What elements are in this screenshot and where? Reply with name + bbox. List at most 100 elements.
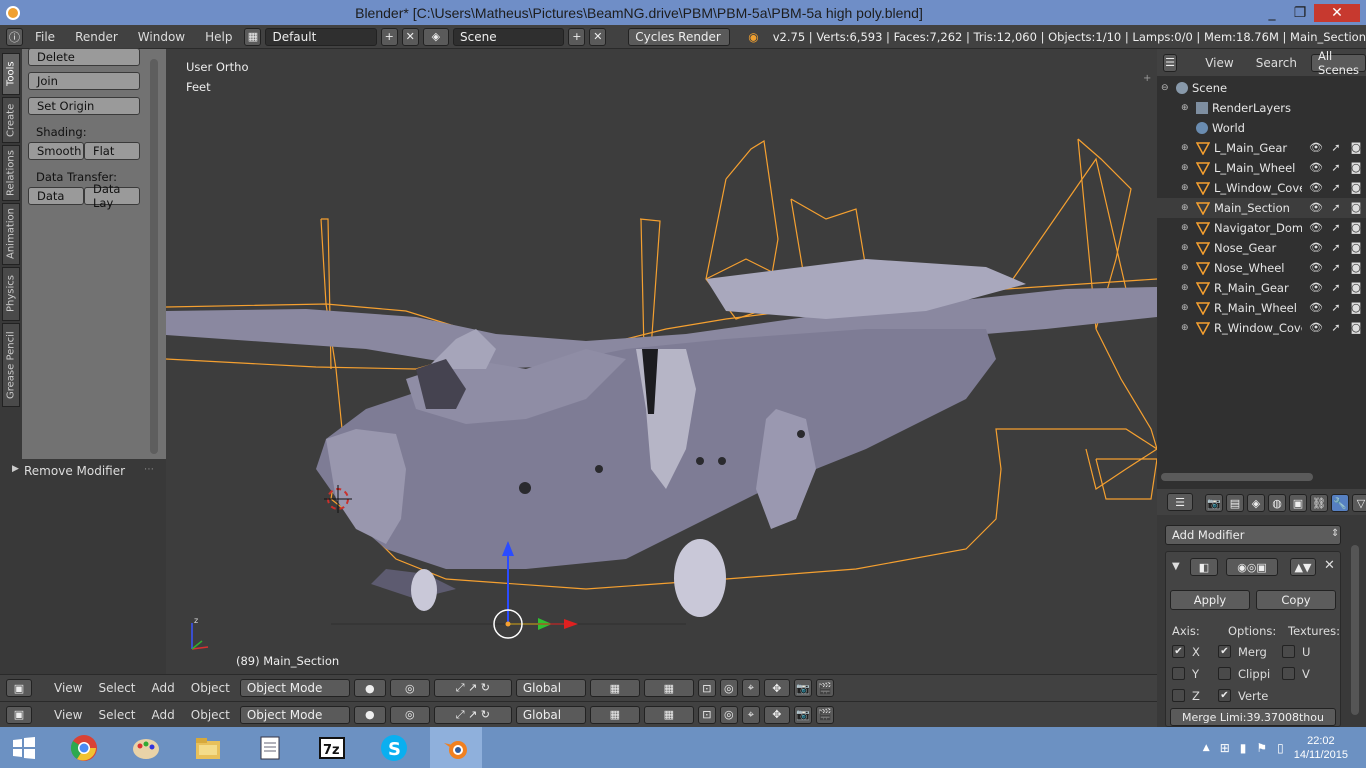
tray-expand-icon[interactable]: ▲ xyxy=(1203,743,1210,753)
data-tab-icon[interactable]: ▽ xyxy=(1352,494,1366,512)
outliner-object-row[interactable]: ⊕ Main_Section 👁 ➚ ◙ xyxy=(1157,198,1366,218)
tab-grease-pencil[interactable]: Grease Pencil xyxy=(2,323,20,407)
outliner-object-row[interactable]: ⊕ L_Main_Gear 👁 ➚ ◙ xyxy=(1157,138,1366,158)
manipulator-icons-2[interactable]: ⤢ ↗ ↻ xyxy=(433,705,512,724)
visibility-eye-icon[interactable]: 👁 xyxy=(1309,261,1323,275)
selectability-cursor-icon[interactable]: ➚ xyxy=(1329,201,1343,215)
expand-icon[interactable]: ⊕ xyxy=(1181,303,1191,313)
expand-icon[interactable]: ⊕ xyxy=(1181,283,1191,293)
world-tab-icon[interactable]: ◍ xyxy=(1268,494,1286,512)
object-tab-icon[interactable]: ▣ xyxy=(1289,494,1307,512)
selectability-cursor-icon[interactable]: ➚ xyxy=(1329,321,1343,335)
renderability-camera-icon[interactable]: ◙ xyxy=(1349,141,1363,155)
add-modifier-dropdown[interactable]: Add Modifier xyxy=(1165,525,1341,545)
menu-help[interactable]: Help xyxy=(197,30,240,44)
tab-relations[interactable]: Relations xyxy=(2,145,20,201)
proportional-edit-icon-2[interactable]: ◎ xyxy=(719,705,738,724)
renderability-camera-icon[interactable]: ◙ xyxy=(1349,241,1363,255)
texture-u-checkbox[interactable] xyxy=(1282,645,1295,658)
data-layout-button[interactable]: Data Lay xyxy=(84,182,140,210)
proportional-edit-icon[interactable]: ◎ xyxy=(719,679,738,697)
visibility-eye-icon[interactable]: 👁 xyxy=(1309,281,1323,295)
notepad-plus-taskbar-icon[interactable] xyxy=(244,727,296,768)
select-menu-2[interactable]: Select xyxy=(92,708,141,722)
selectability-cursor-icon[interactable]: ➚ xyxy=(1329,181,1343,195)
tab-animation[interactable]: Animation xyxy=(2,203,20,265)
visibility-eye-icon[interactable]: 👁 xyxy=(1309,201,1323,215)
copy-button[interactable]: Copy xyxy=(1256,590,1336,610)
tray-clock[interactable]: 22:02 14/11/2015 xyxy=(1294,734,1348,762)
add-menu[interactable]: Add xyxy=(146,681,181,695)
snap-icon[interactable]: ⌖ xyxy=(741,679,760,697)
remove-scene-icon[interactable]: ✕ xyxy=(589,27,607,46)
add-menu-2[interactable]: Add xyxy=(146,708,181,722)
outliner-view-menu[interactable]: View xyxy=(1197,56,1241,70)
join-button[interactable]: Join xyxy=(28,72,140,90)
outliner-object-row[interactable]: ⊕ Nose_Wheel 👁 ➚ ◙ xyxy=(1157,258,1366,278)
apply-button[interactable]: Apply xyxy=(1170,590,1250,610)
merge-limit-field[interactable]: Merge Limi:39.37008thou xyxy=(1170,708,1336,726)
texture-v-checkbox[interactable] xyxy=(1282,667,1295,680)
paint-taskbar-icon[interactable] xyxy=(120,727,172,768)
layers-icon-2[interactable]: ▦ xyxy=(589,705,640,724)
scene-icon[interactable]: ◈ xyxy=(422,27,450,46)
visibility-eye-icon[interactable]: 👁 xyxy=(1309,241,1323,255)
outliner-object-row[interactable]: ⊕ Nose_Gear 👁 ➚ ◙ xyxy=(1157,238,1366,258)
outliner-object-row[interactable]: ⊕ R_Main_Gear 👁 ➚ ◙ xyxy=(1157,278,1366,298)
collapse-icon[interactable]: ⊖ xyxy=(1161,83,1171,93)
tab-create[interactable]: Create xyxy=(2,97,20,143)
axis-x-checkbox[interactable]: ✔ xyxy=(1172,645,1185,658)
battery-icon[interactable]: ▯ xyxy=(1277,741,1284,755)
visibility-eye-icon[interactable]: 👁 xyxy=(1309,141,1323,155)
visibility-eye-icon[interactable]: 👁 xyxy=(1309,161,1323,175)
menu-file[interactable]: File xyxy=(27,30,63,44)
editor-type-info-icon[interactable]: ⓘ xyxy=(6,27,23,46)
mode-dropdown-2[interactable]: Object Mode xyxy=(239,705,350,724)
clapper-icon[interactable]: 🎬 xyxy=(815,679,834,697)
outliner-object-row[interactable]: ⊕ L_Window_Cover 👁 ➚ ◙ xyxy=(1157,178,1366,198)
render-icon-2[interactable]: 📷 xyxy=(793,705,812,724)
3d-viewport[interactable]: z User Ortho Feet (89) Main_Section + xyxy=(166,49,1157,674)
maximize-button[interactable]: ❐ xyxy=(1286,4,1314,22)
viewport-editor-icon[interactable]: ▣ xyxy=(6,679,32,697)
renderability-camera-icon[interactable]: ◙ xyxy=(1349,221,1363,235)
outliner-object-row[interactable]: ⊕ R_Main_Wheel 👁 ➚ ◙ xyxy=(1157,298,1366,318)
layers-2-icon-2[interactable]: ▦ xyxy=(643,705,694,724)
layers-2-icon[interactable]: ▦ xyxy=(643,679,694,697)
start-button[interactable] xyxy=(0,727,48,768)
renderability-camera-icon[interactable]: ◙ xyxy=(1349,181,1363,195)
orientation-dropdown[interactable]: Global xyxy=(515,679,586,697)
add-scene-icon[interactable]: + xyxy=(568,27,586,46)
blender-taskbar-icon[interactable] xyxy=(430,727,482,768)
pivot-icon[interactable]: ◎ xyxy=(389,679,430,697)
scene-tab-icon[interactable]: ◈ xyxy=(1247,494,1265,512)
selectability-cursor-icon[interactable]: ➚ xyxy=(1329,261,1343,275)
pivot-icon-2[interactable]: ◎ xyxy=(389,705,430,724)
modifier-visibility-icons[interactable]: ◉◎▣ xyxy=(1226,558,1278,576)
flat-button[interactable]: Flat xyxy=(84,142,140,160)
outliner-renderlayers-row[interactable]: ⊕ RenderLayers xyxy=(1157,98,1366,118)
expand-icon[interactable]: ⊕ xyxy=(1181,203,1191,213)
move-up-down-icon[interactable]: ▲▼ xyxy=(1290,558,1316,576)
expand-arrow-icon[interactable]: ▶ xyxy=(12,464,19,474)
expand-icon[interactable]: ⊕ xyxy=(1181,183,1191,193)
orientation-dropdown-2[interactable]: Global xyxy=(515,705,586,724)
renderability-camera-icon[interactable]: ◙ xyxy=(1349,281,1363,295)
properties-scrollbar[interactable] xyxy=(1351,545,1359,715)
renderability-camera-icon[interactable]: ◙ xyxy=(1349,301,1363,315)
object-menu-2[interactable]: Object xyxy=(185,708,236,722)
tab-physics[interactable]: Physics xyxy=(2,267,20,321)
tab-tools[interactable]: Tools xyxy=(2,53,20,95)
remove-modifier-icon[interactable]: ✕ xyxy=(1324,558,1335,573)
expand-icon[interactable]: ⊕ xyxy=(1181,243,1191,253)
selectability-cursor-icon[interactable]: ➚ xyxy=(1329,301,1343,315)
outliner-object-row[interactable]: ⊕ R_Window_Cover 👁 ➚ ◙ xyxy=(1157,318,1366,338)
viewport-corner-plus-icon[interactable]: + xyxy=(1143,73,1153,84)
object-menu[interactable]: Object xyxy=(185,681,236,695)
scene-dropdown[interactable]: Scene xyxy=(453,27,565,46)
layers-icon[interactable]: ▦ xyxy=(589,679,640,697)
lock-icon-2[interactable]: ⊡ xyxy=(697,705,716,724)
7zip-taskbar-icon[interactable]: 7z xyxy=(306,727,358,768)
outliner-hscroll[interactable] xyxy=(1161,473,1313,481)
skype-taskbar-icon[interactable]: S xyxy=(368,727,420,768)
